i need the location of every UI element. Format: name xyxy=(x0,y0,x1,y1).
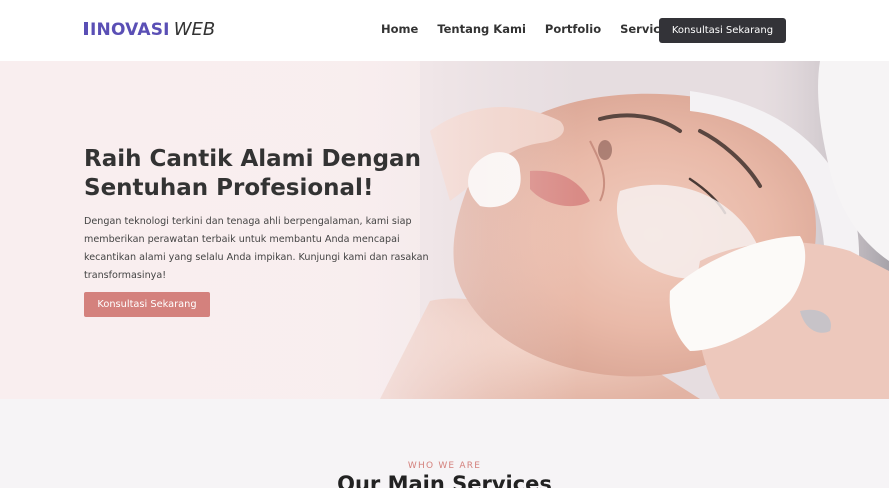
nav-item-tentang-kami[interactable]: Tentang Kami xyxy=(437,22,526,36)
brand-logo[interactable]: INOVASI WEB xyxy=(84,19,215,40)
hero-title: Raih Cantik Alami Dengan Sentuhan Profes… xyxy=(84,146,421,201)
hero-description: Dengan teknologi terkini dan tenaga ahli… xyxy=(84,216,429,281)
logo-mark-icon xyxy=(84,22,88,35)
hero-section: Raih Cantik Alami Dengan Sentuhan Profes… xyxy=(0,61,889,399)
brand-name-light: WEB xyxy=(173,19,216,40)
brand-name-bold: INOVASI xyxy=(90,20,170,40)
header-consult-button[interactable]: Konsultasi Sekarang xyxy=(659,18,786,43)
nav-item-home[interactable]: Home xyxy=(381,22,418,36)
services-title: Our Main Services xyxy=(337,472,552,488)
main-nav: Home Tentang Kami Portfolio Service xyxy=(381,22,668,36)
services-eyebrow: WHO WE ARE xyxy=(407,461,482,471)
site-header: INOVASI WEB Home Tentang Kami Portfolio … xyxy=(0,0,889,61)
hero-consult-button[interactable]: Konsultasi Sekarang xyxy=(84,292,210,317)
services-section: WHO WE ARE Our Main Services xyxy=(0,399,889,488)
nav-item-portfolio[interactable]: Portfolio xyxy=(545,22,601,36)
